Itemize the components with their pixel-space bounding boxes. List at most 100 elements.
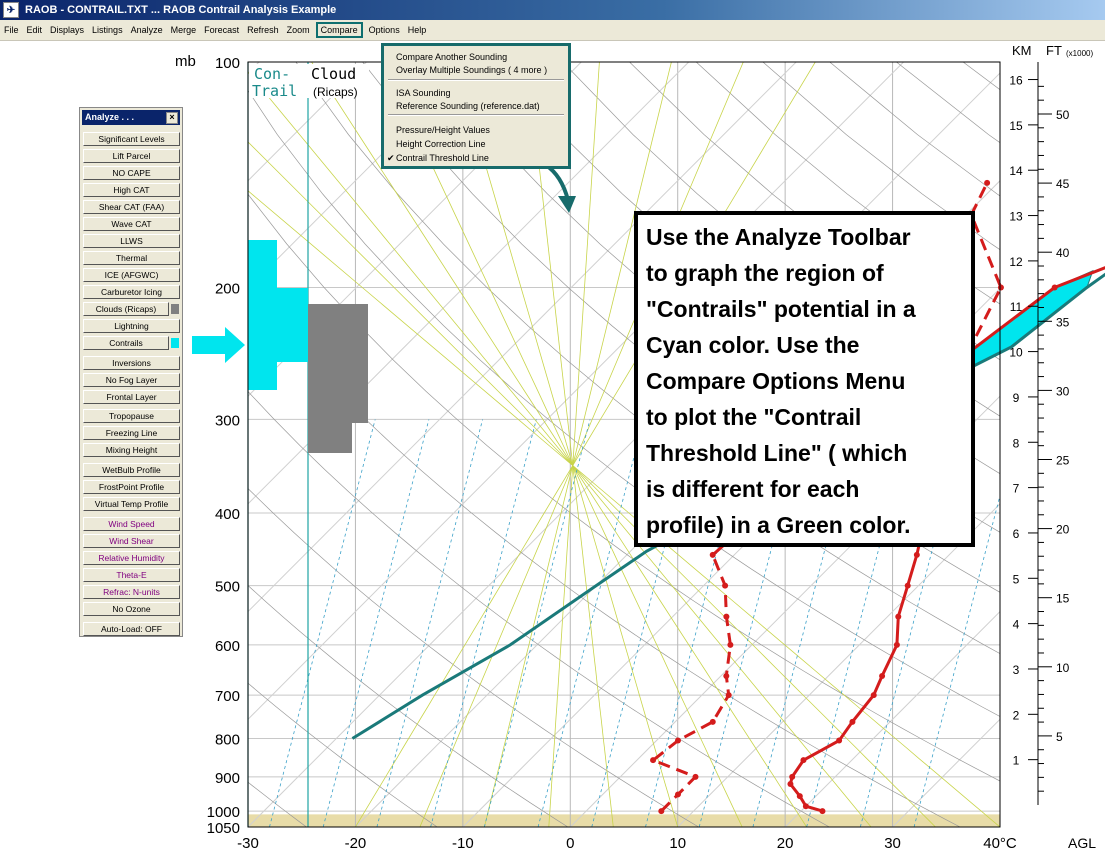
menu-displays[interactable]: Displays xyxy=(46,25,88,35)
menu-refresh[interactable]: Refresh xyxy=(243,25,283,35)
callout-line: profile) in a Green color. xyxy=(646,512,911,538)
temp-tick-label: 10 xyxy=(669,835,686,852)
analyze-toolbar-title[interactable]: Analyze . . . × xyxy=(82,110,180,125)
analyze-button-wind-speed[interactable]: Wind Speed xyxy=(83,517,180,531)
menu-separator xyxy=(388,114,564,116)
temp-tick-label: 40°C xyxy=(983,835,1017,852)
analyze-button-no-fog-layer[interactable]: No Fog Layer xyxy=(83,373,180,387)
ft-multiplier-label: (x1000) xyxy=(1066,49,1093,58)
analyze-button-tropopause[interactable]: Tropopause xyxy=(83,409,180,423)
dewpoint-point xyxy=(722,582,729,589)
analyze-button-shear-cat-faa[interactable]: Shear CAT (FAA) xyxy=(83,200,180,214)
km-tick-label: 2 xyxy=(1013,708,1020,722)
contrail-header-2: Trail xyxy=(252,82,297,100)
temp-tick-label: -10 xyxy=(452,835,474,852)
menu-separator xyxy=(388,79,564,81)
dewpoint-point xyxy=(997,284,1004,291)
temperature-point xyxy=(895,613,902,620)
pressure-tick-label: 1000 xyxy=(207,804,240,821)
analyze-button-inversions[interactable]: Inversions xyxy=(83,356,180,370)
temperature-point xyxy=(1051,284,1058,291)
km-tick-label: 16 xyxy=(1009,74,1023,88)
km-tick-label: 14 xyxy=(1009,164,1023,178)
analyze-button-freezing-line[interactable]: Freezing Line xyxy=(83,426,180,440)
analyze-button-lift-parcel[interactable]: Lift Parcel xyxy=(83,149,180,163)
compare-menu-item[interactable]: Overlay Multiple Soundings ( 4 more ) xyxy=(396,65,547,75)
analyze-button-frontal-layer[interactable]: Frontal Layer xyxy=(83,390,180,404)
menu-file[interactable]: File xyxy=(0,25,23,35)
compare-menu-item[interactable]: Reference Sounding (reference.dat) xyxy=(396,101,540,111)
analyze-button-ice-afgwc[interactable]: ICE (AFGWC) xyxy=(83,268,180,282)
dry-adiabat xyxy=(962,62,1000,91)
temp-tick-label: 20 xyxy=(777,835,794,852)
dewpoint-point xyxy=(723,672,730,679)
menu-merge[interactable]: Merge xyxy=(167,25,201,35)
analyze-button-clouds-ricaps[interactable]: Clouds (Ricaps) xyxy=(83,302,169,316)
analyze-button-frostpoint-profile[interactable]: FrostPoint Profile xyxy=(83,480,180,494)
analyze-button-llws[interactable]: LLWS xyxy=(83,234,180,248)
compare-menu-item[interactable]: Height Correction Line xyxy=(396,139,486,149)
analyze-button-thermal[interactable]: Thermal xyxy=(83,251,180,265)
ft-tick-label: 10 xyxy=(1056,661,1070,675)
km-tick-label: 13 xyxy=(1009,210,1023,224)
dewpoint-point xyxy=(709,718,716,725)
analyze-button-carburetor-icing[interactable]: Carburetor Icing xyxy=(83,285,180,299)
window-title: RAOB - CONTRAIL.TXT ... RAOB Contrail An… xyxy=(25,4,337,16)
compare-menu-item[interactable]: Contrail Threshold Line xyxy=(396,153,489,163)
surface-band xyxy=(248,814,1000,827)
cloud-header-2: (Ricaps) xyxy=(313,85,358,99)
callout-line: is different for each xyxy=(646,476,860,502)
temp-tick-label: 30 xyxy=(884,835,901,852)
analyze-button-mixing-height[interactable]: Mixing Height xyxy=(83,443,180,457)
analyze-button-contrails[interactable]: Contrails xyxy=(83,336,169,350)
analyze-button-relative-humidity[interactable]: Relative Humidity xyxy=(83,551,180,565)
km-tick-label: 7 xyxy=(1013,482,1020,496)
temperature-point xyxy=(836,737,843,744)
analyze-button-auto-load-off[interactable]: Auto-Load: OFF xyxy=(83,622,180,636)
temperature-point xyxy=(879,672,886,679)
analyze-button-significant-levels[interactable]: Significant Levels xyxy=(83,132,180,146)
analyze-button-virtual-temp-profile[interactable]: Virtual Temp Profile xyxy=(83,497,180,511)
analyze-button-wind-shear[interactable]: Wind Shear xyxy=(83,534,180,548)
ft-tick-label: 25 xyxy=(1056,453,1070,467)
compare-menu-item[interactable]: Pressure/Height Values xyxy=(396,125,490,135)
pressure-tick-label: 600 xyxy=(215,638,240,655)
analyze-button-lightning[interactable]: Lightning xyxy=(83,319,180,333)
pressure-tick-label: 1050 xyxy=(207,820,240,837)
dewpoint-point xyxy=(692,773,699,780)
analyze-button-no-ozone[interactable]: No Ozone xyxy=(83,602,180,616)
mixing-ratio-line xyxy=(376,419,484,827)
contrail-column-fill xyxy=(248,240,308,390)
callout-line: "Contrails" potential in a xyxy=(646,296,916,322)
compare-menu-item[interactable]: ISA Sounding xyxy=(396,88,451,98)
compare-menu-item[interactable]: Compare Another Sounding xyxy=(396,52,507,62)
mixing-ratio-line xyxy=(269,419,376,827)
menu-help[interactable]: Help xyxy=(404,25,431,35)
analyze-button-high-cat[interactable]: High CAT xyxy=(83,183,180,197)
cloud-column-fill xyxy=(308,304,368,453)
analyze-button-wetbulb-profile[interactable]: WetBulb Profile xyxy=(83,463,180,477)
contrail-header-1: Con- xyxy=(254,65,290,83)
ft-tick-label: 5 xyxy=(1056,730,1063,744)
close-icon[interactable]: × xyxy=(166,112,178,124)
dewpoint-point xyxy=(723,613,730,620)
menu-analyze[interactable]: Analyze xyxy=(127,25,167,35)
menu-compare[interactable]: Compare xyxy=(315,22,363,38)
pressure-tick-label: 100 xyxy=(215,55,240,72)
menu-listings[interactable]: Listings xyxy=(88,25,127,35)
km-tick-label: 3 xyxy=(1013,663,1020,677)
dewpoint-point xyxy=(674,737,681,744)
temperature-point xyxy=(796,793,803,800)
analyze-button-theta-e[interactable]: Theta-E xyxy=(83,568,180,582)
analyze-button-no-cape[interactable]: NO CAPE xyxy=(83,166,180,180)
temp-tick-label: 0 xyxy=(566,835,574,852)
pressure-tick-label: 400 xyxy=(215,506,240,523)
menu-zoom[interactable]: Zoom xyxy=(283,25,314,35)
menu-edit[interactable]: Edit xyxy=(23,25,47,35)
instruction-callout: Use the Analyze Toolbar to graph the regi… xyxy=(634,211,975,547)
dry-adiabat xyxy=(248,682,438,827)
analyze-button-refrac-n-units[interactable]: Refrac: N-units xyxy=(83,585,180,599)
menu-forecast[interactable]: Forecast xyxy=(200,25,243,35)
analyze-button-wave-cat[interactable]: Wave CAT xyxy=(83,217,180,231)
menu-options[interactable]: Options xyxy=(365,25,404,35)
